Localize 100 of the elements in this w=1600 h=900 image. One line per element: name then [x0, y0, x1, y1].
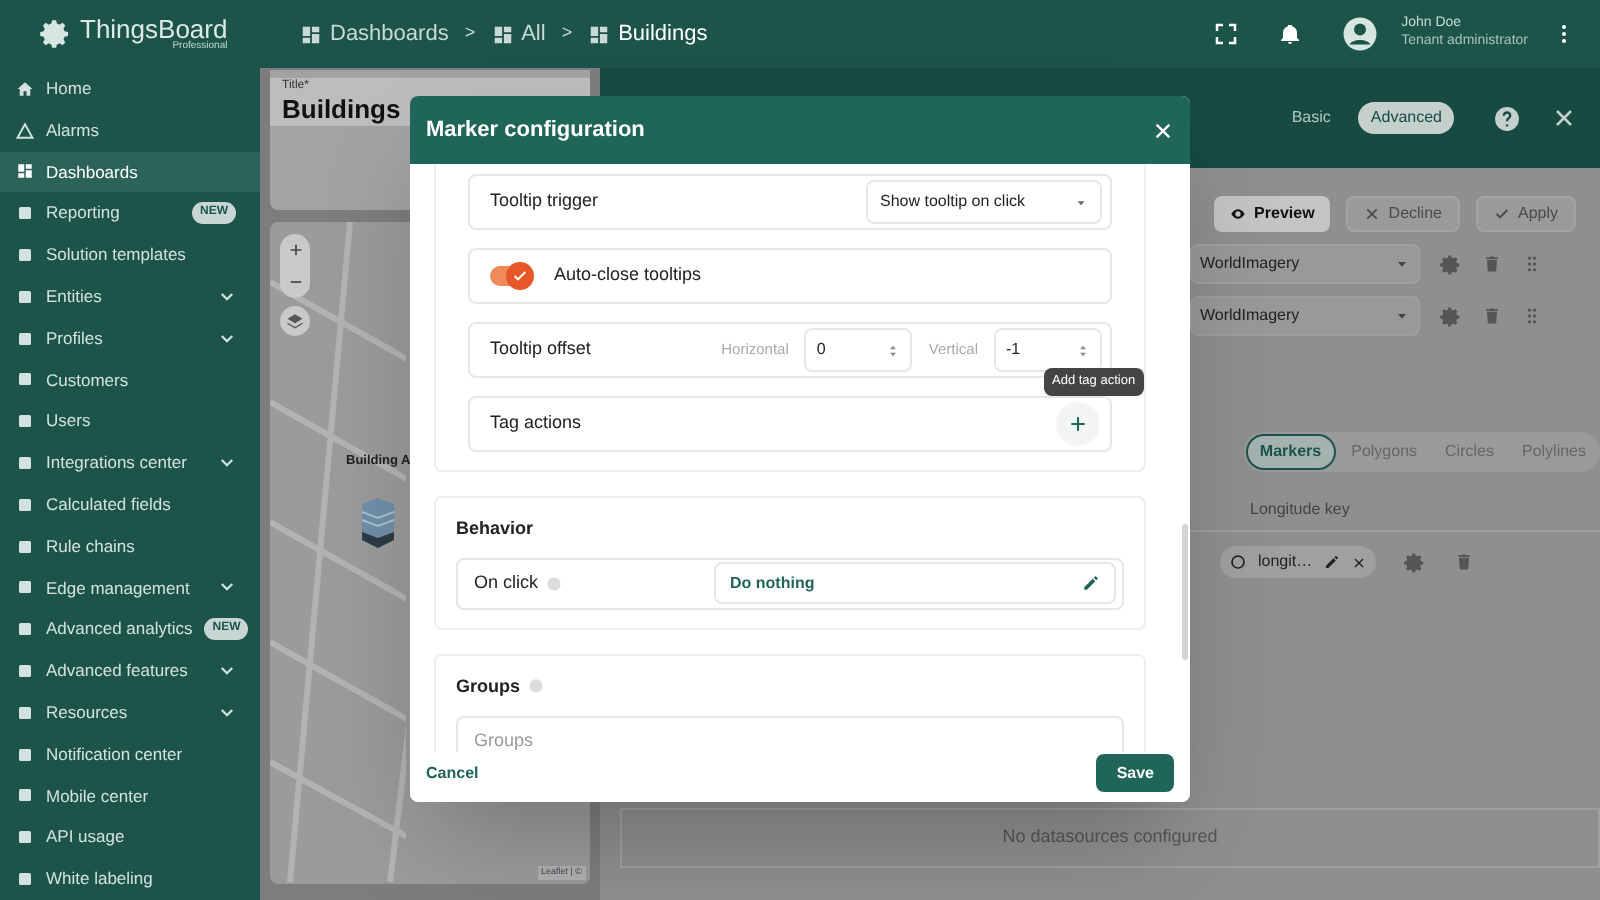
section-title: Groups — [456, 673, 521, 700]
overlay-tab[interactable]: Markers — [1245, 434, 1336, 470]
sidebar-item[interactable]: Customers — [0, 359, 260, 401]
close-icon — [1352, 555, 1367, 569]
square-icon — [16, 454, 34, 473]
square-icon — [16, 578, 34, 597]
breadcrumb-link[interactable]: Dashboards — [330, 17, 449, 51]
sidebar-item[interactable]: Calculated fields — [0, 483, 260, 526]
add-button[interactable] — [1056, 402, 1100, 446]
drag-handle-icon[interactable] — [1522, 306, 1542, 326]
check-icon — [512, 268, 528, 284]
breadcrumb-separator: > — [464, 20, 476, 47]
trash-icon[interactable] — [1454, 552, 1475, 572]
zoom-in-icon[interactable] — [287, 242, 303, 258]
fullscreen-icon[interactable] — [1213, 22, 1238, 46]
setting-label: Tooltip trigger — [490, 188, 601, 215]
sidebar-item[interactable]: White labeling — [0, 858, 260, 900]
square-icon — [16, 828, 34, 847]
square-icon — [16, 246, 34, 265]
layer-select[interactable]: WorldImagery — [1190, 244, 1420, 284]
action-field[interactable]: Do nothing — [714, 562, 1116, 604]
breadcrumb-link[interactable]: Buildings — [618, 17, 708, 51]
layers-button[interactable] — [280, 306, 310, 336]
mode-toggle[interactable]: Advanced — [1358, 102, 1454, 134]
spinner-arrows-icon — [1076, 341, 1090, 359]
breadcrumb-separator: > — [561, 20, 573, 47]
gear-icon[interactable] — [1440, 305, 1462, 327]
spinner-arrows-icon — [886, 341, 901, 359]
close-icon — [1364, 206, 1381, 222]
square-icon — [16, 703, 34, 722]
column-header: Longitude key — [1250, 497, 1350, 521]
key-chip[interactable]: longit… — [1220, 546, 1377, 578]
save-button[interactable]: Save — [1096, 754, 1174, 792]
sidebar-item[interactable]: Users — [0, 400, 260, 443]
section-title: Behavior — [456, 516, 536, 542]
square-icon — [16, 537, 34, 556]
close-icon[interactable] — [1552, 106, 1576, 130]
sidebar-item[interactable]: Advanced features — [0, 650, 260, 692]
sidebar-item[interactable]: API usage — [0, 816, 260, 859]
cancel-button[interactable]: Cancel — [426, 761, 479, 785]
setting-label: Auto-close tooltips — [554, 262, 702, 289]
info-icon — [546, 575, 563, 591]
sidebar-item[interactable]: Dashboards — [0, 151, 260, 193]
bell-icon[interactable] — [1277, 22, 1302, 46]
sidebar-item[interactable]: Integrations center — [0, 442, 260, 484]
info-icon — [528, 678, 545, 695]
sidebar-item[interactable]: Edge management — [0, 567, 260, 609]
square-icon — [16, 620, 34, 639]
sidebar-item[interactable]: Alarms — [0, 109, 260, 152]
square-icon — [16, 370, 34, 389]
dashboard-grid-icon — [16, 162, 34, 181]
scrollbar-thumb[interactable] — [1182, 524, 1188, 660]
gear-icon[interactable] — [1440, 253, 1462, 275]
gear-logo-icon — [40, 18, 72, 50]
logo-text: ThingsBoard — [80, 16, 228, 42]
caret-icon — [1394, 256, 1410, 272]
check-icon — [1493, 206, 1510, 222]
pencil-icon — [1324, 554, 1341, 570]
building-marker-icon[interactable] — [360, 496, 396, 548]
mode-toggle[interactable]: Basic — [1279, 102, 1343, 134]
sidebar-item[interactable]: Solution templates — [0, 234, 260, 276]
sidebar-item[interactable]: Rule chains — [0, 525, 260, 568]
square-icon — [16, 786, 34, 805]
square-icon — [16, 495, 34, 514]
layer-select[interactable]: WorldImagery — [1190, 296, 1420, 336]
toggle-switch[interactable] — [490, 266, 530, 286]
plus-icon — [1068, 414, 1088, 434]
trash-icon[interactable] — [1482, 254, 1502, 274]
gear-icon[interactable] — [1404, 551, 1427, 573]
pencil-icon — [1082, 574, 1100, 592]
trash-icon[interactable] — [1482, 306, 1502, 326]
drag-handle-icon[interactable] — [1522, 254, 1542, 274]
caret-icon — [1394, 308, 1410, 324]
setting-label: Tag actions — [490, 410, 584, 437]
dialog-title: Marker configuration — [426, 115, 647, 146]
number-field[interactable]: 0 — [804, 328, 913, 372]
setting-label: On click — [474, 569, 539, 596]
tooltip-trigger-select[interactable]: Show tooltip on click — [866, 180, 1102, 224]
warning-triangle-icon — [16, 121, 34, 140]
sidebar-item[interactable]: Entities — [0, 275, 260, 318]
eye-icon — [1230, 206, 1247, 222]
square-icon — [16, 870, 34, 889]
home-icon — [16, 79, 34, 98]
dashboard-grid-icon — [491, 23, 514, 45]
dashboard-grid-icon — [300, 23, 322, 45]
layers-icon — [286, 312, 304, 330]
sidebar-item[interactable]: Home — [0, 68, 260, 110]
breadcrumb-link[interactable]: All — [521, 17, 546, 51]
help-icon[interactable] — [1494, 105, 1520, 131]
setting-label: Tooltip offset — [490, 336, 593, 363]
dashboard-grid-icon — [588, 23, 611, 45]
square-icon — [16, 204, 34, 223]
avatar-icon[interactable] — [1341, 16, 1378, 52]
sidebar-item[interactable]: Notification center — [0, 733, 260, 776]
sidebar-item[interactable]: Profiles — [0, 317, 260, 360]
sidebar-item[interactable]: Mobile center — [0, 775, 260, 817]
square-icon — [16, 745, 34, 764]
square-icon — [16, 662, 34, 681]
sidebar-item[interactable]: Resources — [0, 691, 260, 734]
preview-button[interactable]: Preview — [1214, 196, 1331, 232]
